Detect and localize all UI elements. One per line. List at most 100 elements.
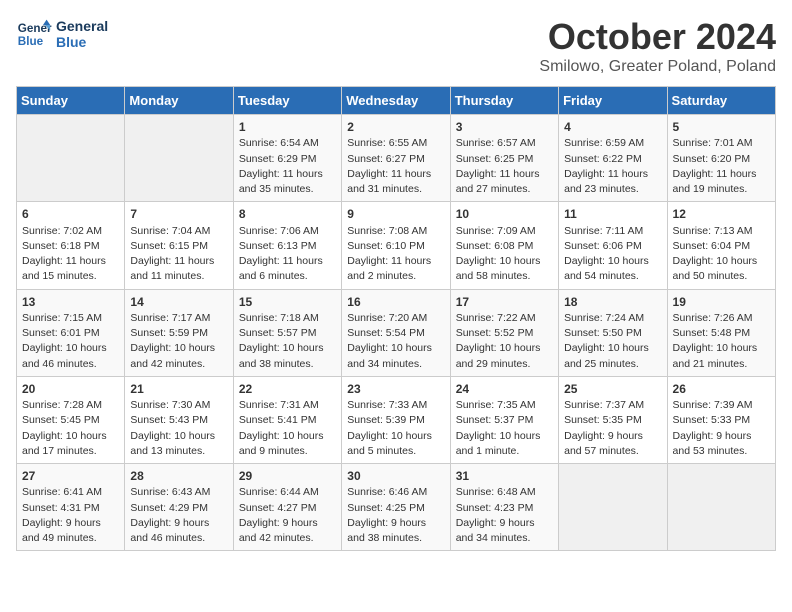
weekday-header-wednesday: Wednesday [342,87,450,115]
day-info: Sunrise: 7:35 AM [456,398,553,413]
day-info: Daylight: 9 hours and 38 minutes. [347,516,444,546]
day-info: Daylight: 11 hours and 6 minutes. [239,254,336,284]
day-info: Sunset: 5:57 PM [239,326,336,341]
day-info: Daylight: 9 hours and 49 minutes. [22,516,119,546]
calendar-cell: 30Sunrise: 6:46 AMSunset: 4:25 PMDayligh… [342,464,450,551]
calendar-cell: 31Sunrise: 6:48 AMSunset: 4:23 PMDayligh… [450,464,558,551]
day-number: 9 [347,206,444,223]
day-info: Sunrise: 7:01 AM [673,136,770,151]
page-header: General Blue General Blue October 2024 S… [16,16,776,76]
day-info: Sunset: 5:54 PM [347,326,444,341]
day-number: 4 [564,119,661,136]
week-row-4: 20Sunrise: 7:28 AMSunset: 5:45 PMDayligh… [17,376,776,463]
day-number: 24 [456,381,553,398]
calendar-cell: 13Sunrise: 7:15 AMSunset: 6:01 PMDayligh… [17,289,125,376]
day-info: Sunset: 6:22 PM [564,152,661,167]
calendar-cell: 3Sunrise: 6:57 AMSunset: 6:25 PMDaylight… [450,115,558,202]
day-info: Daylight: 10 hours and 21 minutes. [673,341,770,371]
day-info: Daylight: 11 hours and 2 minutes. [347,254,444,284]
day-info: Sunset: 5:50 PM [564,326,661,341]
weekday-header-monday: Monday [125,87,233,115]
day-info: Sunrise: 7:33 AM [347,398,444,413]
day-info: Daylight: 10 hours and 25 minutes. [564,341,661,371]
day-info: Sunrise: 7:11 AM [564,224,661,239]
day-info: Sunset: 6:01 PM [22,326,119,341]
day-info: Sunrise: 6:41 AM [22,485,119,500]
day-info: Sunset: 5:45 PM [22,413,119,428]
day-info: Sunset: 4:31 PM [22,501,119,516]
day-number: 21 [130,381,227,398]
day-number: 12 [673,206,770,223]
day-info: Sunrise: 7:13 AM [673,224,770,239]
day-number: 22 [239,381,336,398]
day-info: Sunrise: 7:37 AM [564,398,661,413]
day-info: Sunset: 5:35 PM [564,413,661,428]
calendar-cell: 25Sunrise: 7:37 AMSunset: 5:35 PMDayligh… [559,376,667,463]
day-number: 28 [130,468,227,485]
day-number: 7 [130,206,227,223]
day-number: 20 [22,381,119,398]
location-title: Smilowo, Greater Poland, Poland [539,58,776,76]
day-info: Sunrise: 6:55 AM [347,136,444,151]
day-info: Daylight: 10 hours and 29 minutes. [456,341,553,371]
calendar-cell [559,464,667,551]
day-info: Sunset: 5:37 PM [456,413,553,428]
day-number: 5 [673,119,770,136]
calendar-cell: 29Sunrise: 6:44 AMSunset: 4:27 PMDayligh… [233,464,341,551]
day-number: 17 [456,294,553,311]
calendar-cell: 1Sunrise: 6:54 AMSunset: 6:29 PMDaylight… [233,115,341,202]
weekday-header-thursday: Thursday [450,87,558,115]
day-info: Sunset: 5:33 PM [673,413,770,428]
day-number: 19 [673,294,770,311]
day-info: Daylight: 11 hours and 31 minutes. [347,167,444,197]
day-info: Sunrise: 7:28 AM [22,398,119,413]
day-number: 6 [22,206,119,223]
day-number: 16 [347,294,444,311]
day-info: Daylight: 9 hours and 53 minutes. [673,429,770,459]
calendar-cell: 6Sunrise: 7:02 AMSunset: 6:18 PMDaylight… [17,202,125,289]
day-number: 10 [456,206,553,223]
day-info: Sunrise: 7:30 AM [130,398,227,413]
calendar-cell: 12Sunrise: 7:13 AMSunset: 6:04 PMDayligh… [667,202,775,289]
day-info: Daylight: 11 hours and 23 minutes. [564,167,661,197]
day-info: Sunset: 6:25 PM [456,152,553,167]
day-info: Sunset: 6:20 PM [673,152,770,167]
weekday-header-friday: Friday [559,87,667,115]
day-info: Sunrise: 6:43 AM [130,485,227,500]
day-info: Sunrise: 6:57 AM [456,136,553,151]
day-number: 13 [22,294,119,311]
day-number: 30 [347,468,444,485]
day-info: Daylight: 10 hours and 17 minutes. [22,429,119,459]
day-info: Sunrise: 6:48 AM [456,485,553,500]
week-row-5: 27Sunrise: 6:41 AMSunset: 4:31 PMDayligh… [17,464,776,551]
weekday-header-sunday: Sunday [17,87,125,115]
day-info: Sunset: 4:23 PM [456,501,553,516]
day-number: 18 [564,294,661,311]
day-info: Sunset: 5:48 PM [673,326,770,341]
calendar-table: SundayMondayTuesdayWednesdayThursdayFrid… [16,86,776,551]
day-info: Sunset: 6:04 PM [673,239,770,254]
day-info: Sunrise: 7:06 AM [239,224,336,239]
calendar-cell: 14Sunrise: 7:17 AMSunset: 5:59 PMDayligh… [125,289,233,376]
day-info: Daylight: 10 hours and 5 minutes. [347,429,444,459]
calendar-cell: 27Sunrise: 6:41 AMSunset: 4:31 PMDayligh… [17,464,125,551]
day-info: Sunrise: 6:59 AM [564,136,661,151]
logo-blue: Blue [56,34,108,50]
calendar-cell [125,115,233,202]
day-number: 2 [347,119,444,136]
calendar-cell [667,464,775,551]
day-info: Sunset: 5:41 PM [239,413,336,428]
day-info: Daylight: 11 hours and 19 minutes. [673,167,770,197]
day-info: Sunset: 6:06 PM [564,239,661,254]
day-number: 25 [564,381,661,398]
day-info: Sunset: 4:25 PM [347,501,444,516]
day-number: 3 [456,119,553,136]
day-info: Sunrise: 6:54 AM [239,136,336,151]
day-number: 29 [239,468,336,485]
day-info: Sunrise: 7:20 AM [347,311,444,326]
day-number: 26 [673,381,770,398]
day-number: 14 [130,294,227,311]
day-info: Daylight: 9 hours and 46 minutes. [130,516,227,546]
day-info: Sunrise: 7:39 AM [673,398,770,413]
day-info: Sunset: 6:27 PM [347,152,444,167]
